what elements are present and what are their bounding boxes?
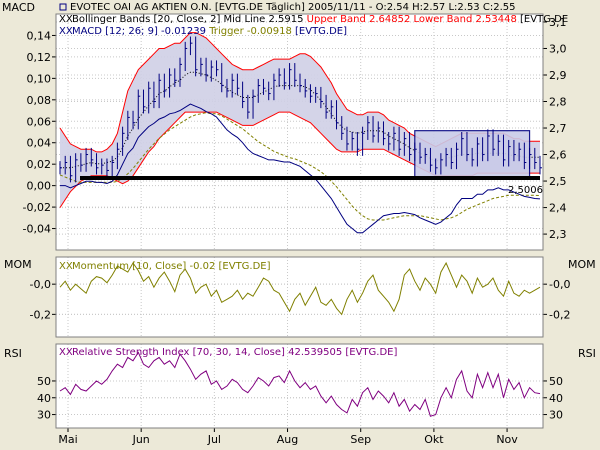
legend-bollinger: XX Bollinger Bands [20, Close, 2] Mid Li… bbox=[59, 14, 568, 25]
macd-panel-label: MACD bbox=[2, 1, 35, 14]
macd-tick-label: 0,06 bbox=[27, 115, 52, 128]
legend-macd: XX MACD [12; 26; 9] -0.01239 Trigger -0.… bbox=[59, 26, 347, 37]
momentum-legend-icon: XX bbox=[59, 261, 73, 272]
x-tick-label: Nov bbox=[496, 433, 518, 446]
rsi-tick-label: 50 bbox=[549, 375, 563, 388]
rsi-tick-label: 40 bbox=[37, 392, 51, 405]
legend-price-text: EVOTEC OAI AG AKTIEN O.N. [EVTG.DE Tägli… bbox=[70, 2, 515, 13]
price-tick-label: 2,4 bbox=[549, 202, 567, 215]
legend-price: EVOTEC OAI AG AKTIEN O.N. [EVTG.DE Tägli… bbox=[59, 2, 515, 13]
x-tick-label: Aug bbox=[277, 433, 298, 446]
momentum-tick-label: -0,0 bbox=[549, 278, 570, 291]
macd-tick-label: 0,00 bbox=[27, 180, 52, 193]
rsi-panel-label-right: RSI bbox=[578, 347, 596, 360]
legend-momentum-text: Momentum [10, Close] -0.02 [EVTG.DE] bbox=[72, 261, 271, 272]
rsi-panel-label-left: RSI bbox=[4, 347, 22, 360]
rsi-tick-label: 30 bbox=[549, 409, 563, 422]
price-tick-label: 2,7 bbox=[549, 122, 567, 135]
mom-panel-label-right: MOM bbox=[568, 258, 596, 271]
rsi-tick-label: 40 bbox=[549, 392, 563, 405]
macd-tick-label: 0,02 bbox=[27, 158, 52, 171]
momentum-tick-label: -0,2 bbox=[30, 308, 51, 321]
price-tick-label: 2,6 bbox=[549, 149, 567, 162]
support-level-label: 2,5006 bbox=[508, 185, 543, 196]
price-tick-label: 2,5 bbox=[549, 175, 567, 188]
momentum-tick-label: -0,0 bbox=[30, 278, 51, 291]
stock-chart: Mai Jun Jul Aug Sep Okt Nov 0,14 0,12 0,10 0,08 0,0… bbox=[2, 1, 596, 446]
x-tick-label: Jul bbox=[207, 433, 221, 446]
price-tick-label: 3,0 bbox=[549, 42, 567, 55]
macd-tick-label: 0,12 bbox=[27, 51, 52, 64]
rsi-legend-icon: XX bbox=[59, 347, 73, 358]
price-tick-label: 2,3 bbox=[549, 228, 567, 241]
legend-macd-text: MACD [12; 26; 9] -0.01239 Trigger -0.009… bbox=[72, 26, 347, 37]
legend-bollinger-text: Bollinger Bands [20, Close, 2] Mid Line … bbox=[72, 14, 568, 25]
x-tick-label: Okt bbox=[424, 433, 444, 446]
legend-rsi: XX Relative Strength Index [70, 30, 14, … bbox=[59, 347, 397, 358]
x-tick-label: Mai bbox=[58, 433, 77, 446]
rsi-tick-label: 30 bbox=[37, 409, 51, 422]
macd-tick-label: -0,02 bbox=[23, 201, 51, 214]
mom-panel-label-left: MOM bbox=[4, 258, 32, 271]
x-tick-label: Jun bbox=[132, 433, 150, 446]
legend-rsi-text: Relative Strength Index [70, 30, 14, Clo… bbox=[72, 347, 397, 358]
macd-tick-label: -0,04 bbox=[23, 223, 51, 236]
legend-momentum: XX Momentum [10, Close] -0.02 [EVTG.DE] bbox=[59, 261, 271, 272]
macd-tick-label: 0,10 bbox=[27, 72, 52, 85]
price-tick-label: 2,9 bbox=[549, 69, 567, 82]
macd-tick-label: 0,04 bbox=[27, 137, 52, 150]
bollinger-legend-icon: XX bbox=[59, 14, 73, 25]
macd-tick-label: 0,08 bbox=[27, 94, 52, 107]
price-tick-label: 2,8 bbox=[549, 96, 567, 109]
macd-tick-label: 0,14 bbox=[27, 29, 52, 42]
rsi-tick-label: 50 bbox=[37, 375, 51, 388]
momentum-tick-label: -0,2 bbox=[549, 308, 570, 321]
macd-legend-icon: XX bbox=[59, 26, 73, 37]
x-tick-label: Sep bbox=[350, 433, 371, 446]
price-legend-icon bbox=[59, 3, 67, 11]
